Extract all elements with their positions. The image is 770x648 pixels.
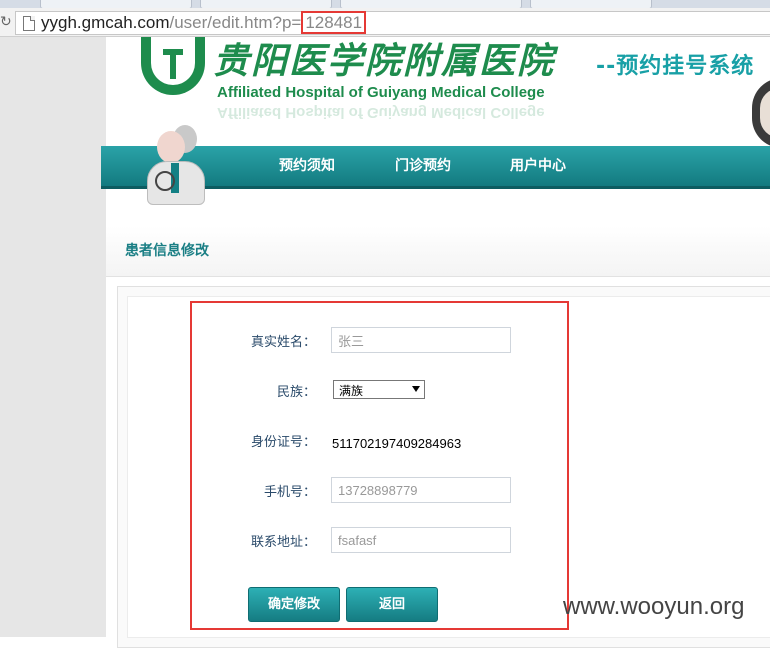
page-left-margin [0,37,106,637]
nav-item-outpatient-booking[interactable]: 门诊预约 [395,146,451,186]
reload-icon[interactable]: ↻ [0,8,12,36]
hospital-logo-icon [141,37,205,95]
doctor-avatar-icon [143,125,213,205]
page-title: 患者信息修改 [125,243,209,259]
nav-item-user-center[interactable]: 用户中心 [510,146,566,186]
url-param-highlight: 128481 [301,11,367,34]
watermark: www.wooyun.org [563,593,745,620]
form-highlight-box [190,301,569,630]
page-icon [23,16,35,31]
hospital-name-reflection: Affiliated Hospital of Guiyang Medical C… [217,104,545,121]
url-text: yygh.gmcah.com/user/edit.htm?p= 128481 [41,11,367,34]
hospital-name-en: Affiliated Hospital of Guiyang Medical C… [217,84,545,101]
url-host: yygh.gmcah.com [41,13,170,32]
url-field[interactable]: yygh.gmcah.com/user/edit.htm?p= 128481 [15,11,770,35]
system-title: --预约挂号系统 [596,54,755,79]
header-photo [752,78,770,148]
hospital-name-cn: 贵阳医学院附属医院 [213,40,556,82]
nav-item-booking-notice[interactable]: 预约须知 [279,146,335,186]
url-path: /user/edit.htm?p= [169,13,302,32]
browser-tab-strip [0,0,770,9]
